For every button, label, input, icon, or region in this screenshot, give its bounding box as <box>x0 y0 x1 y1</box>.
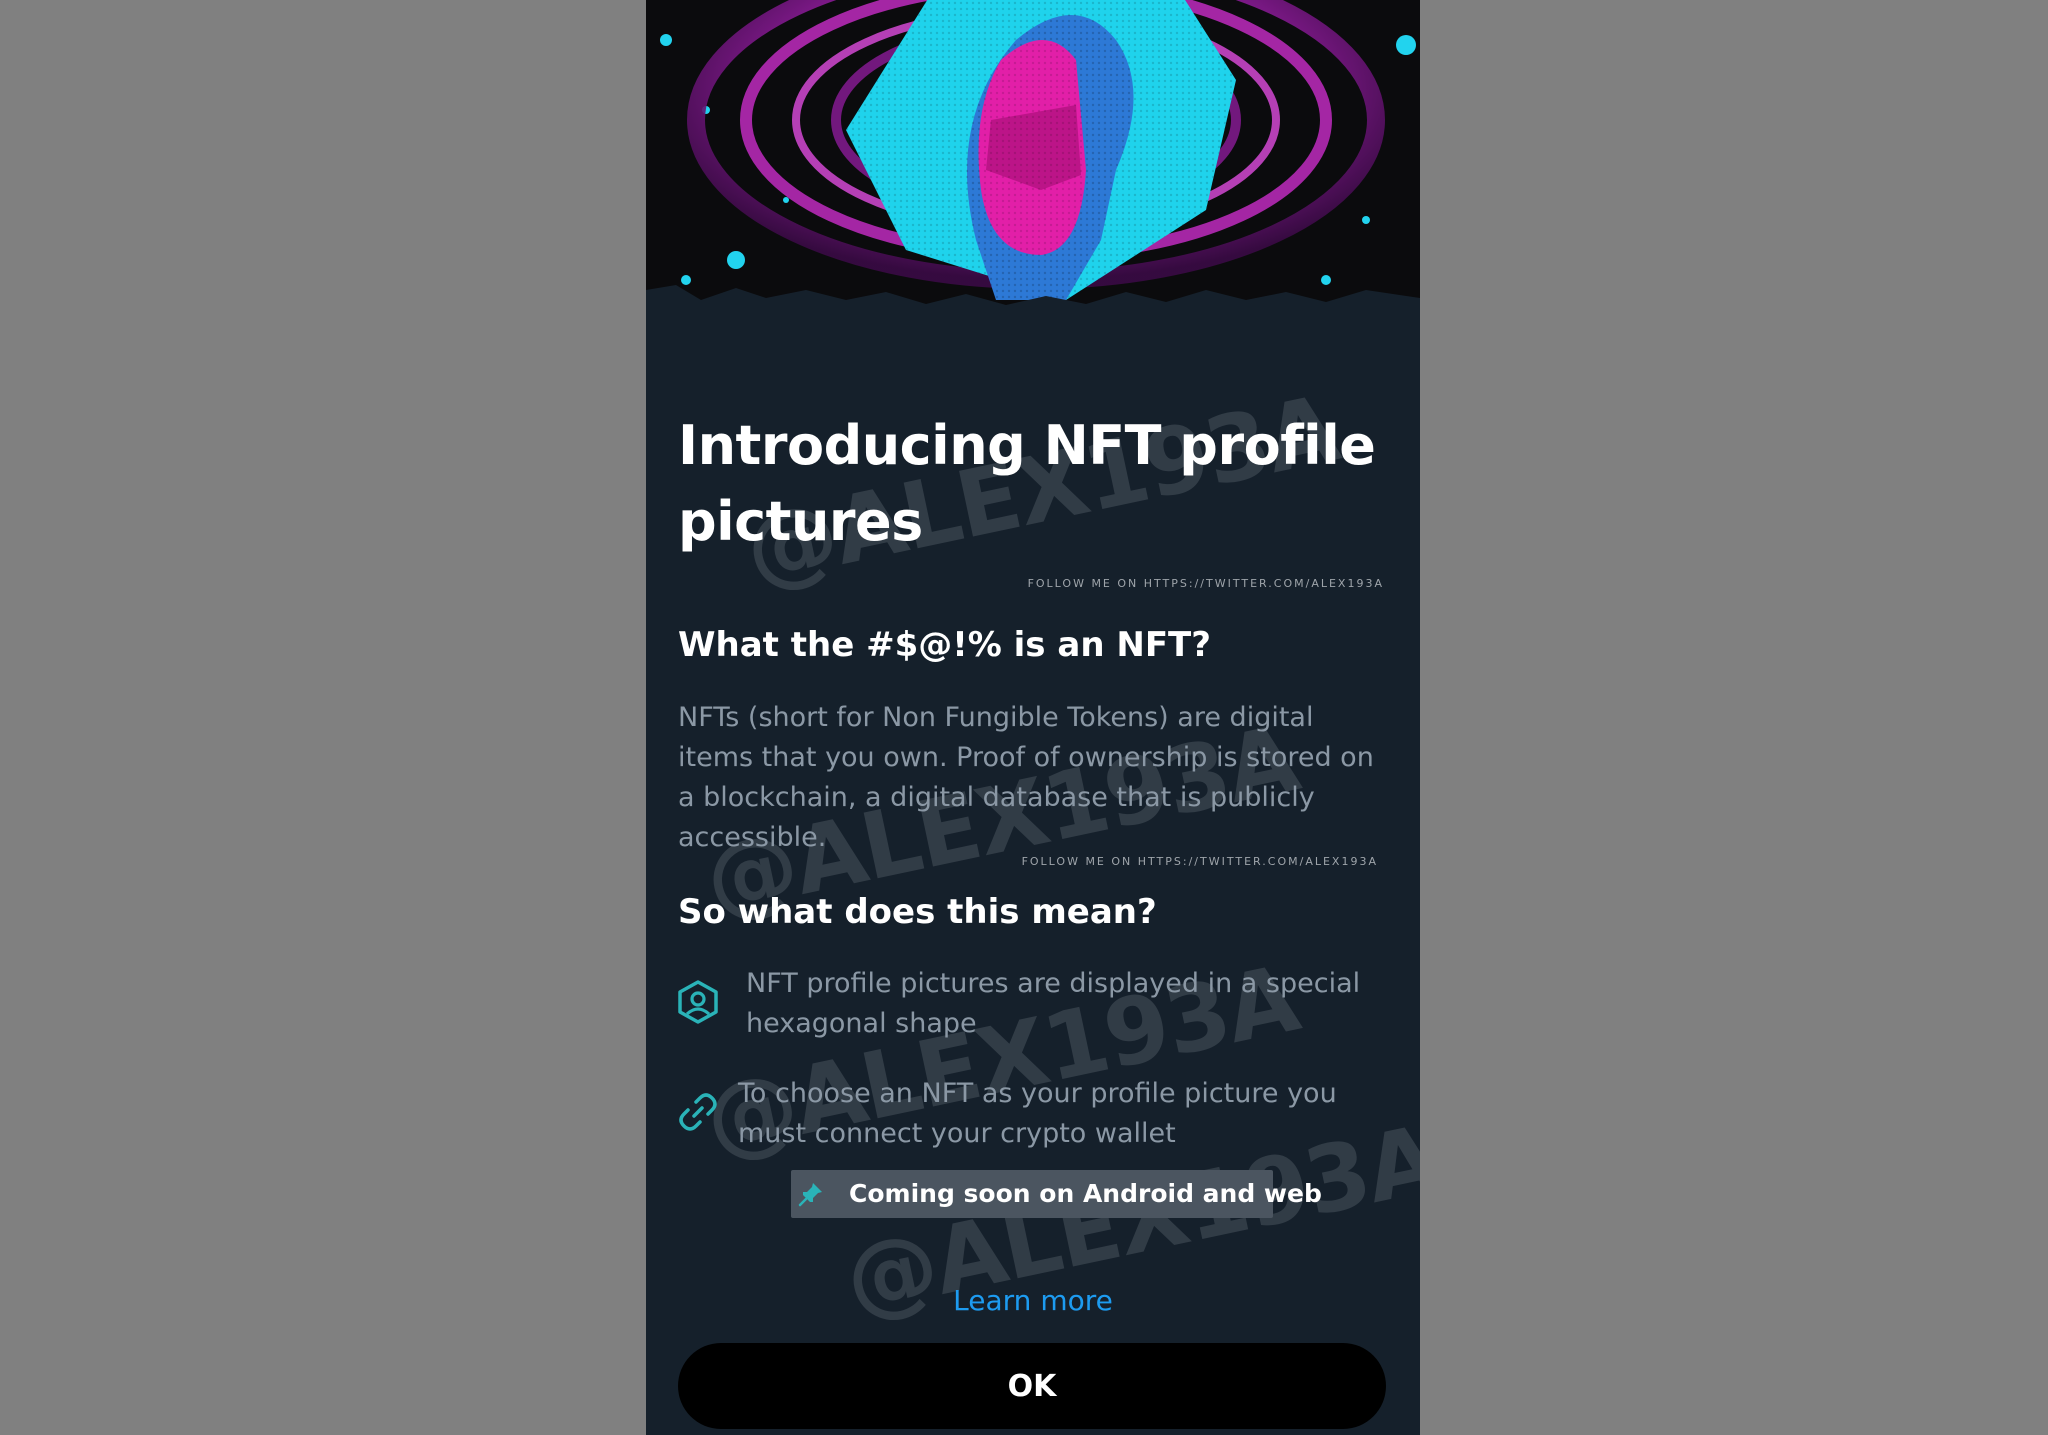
nft-explanation-text: NFTs (short for Non Fungible Tokens) are… <box>678 702 1374 853</box>
dialog-title: Introducing NFT profile pictures <box>678 414 1376 553</box>
hexagon-profile-icon <box>678 980 718 1024</box>
pin-icon <box>798 1183 822 1207</box>
feature-text: To choose an NFT as your profile picture… <box>738 1078 1337 1149</box>
coming-soon-banner: Coming soon on Android and web <box>791 1170 1322 1218</box>
link-icon <box>679 1093 717 1131</box>
section-heading-what-it-means: So what does this mean? <box>678 892 1157 932</box>
nft-head-artwork <box>646 0 1420 320</box>
section-heading-what-is-nft: What the #$@!% is an NFT? <box>678 625 1211 665</box>
feature-text: NFT profile pictures are displayed in a … <box>746 968 1361 1039</box>
ok-button[interactable]: OK <box>678 1343 1386 1429</box>
coming-soon-text: Coming soon on Android and web <box>849 1179 1322 1208</box>
nft-intro-sheet: @ALEX193A @ALEX193A @ALEX193A @ALEX193A … <box>646 0 1420 1435</box>
watermark-follow-note: FOLLOW ME ON HTTPS://TWITTER.COM/ALEX193… <box>1021 855 1378 868</box>
hero-illustration <box>646 0 1420 320</box>
watermark-follow-note: FOLLOW ME ON HTTPS://TWITTER.COM/ALEX193… <box>1027 577 1384 590</box>
learn-more-link[interactable]: Learn more <box>646 1278 1420 1324</box>
